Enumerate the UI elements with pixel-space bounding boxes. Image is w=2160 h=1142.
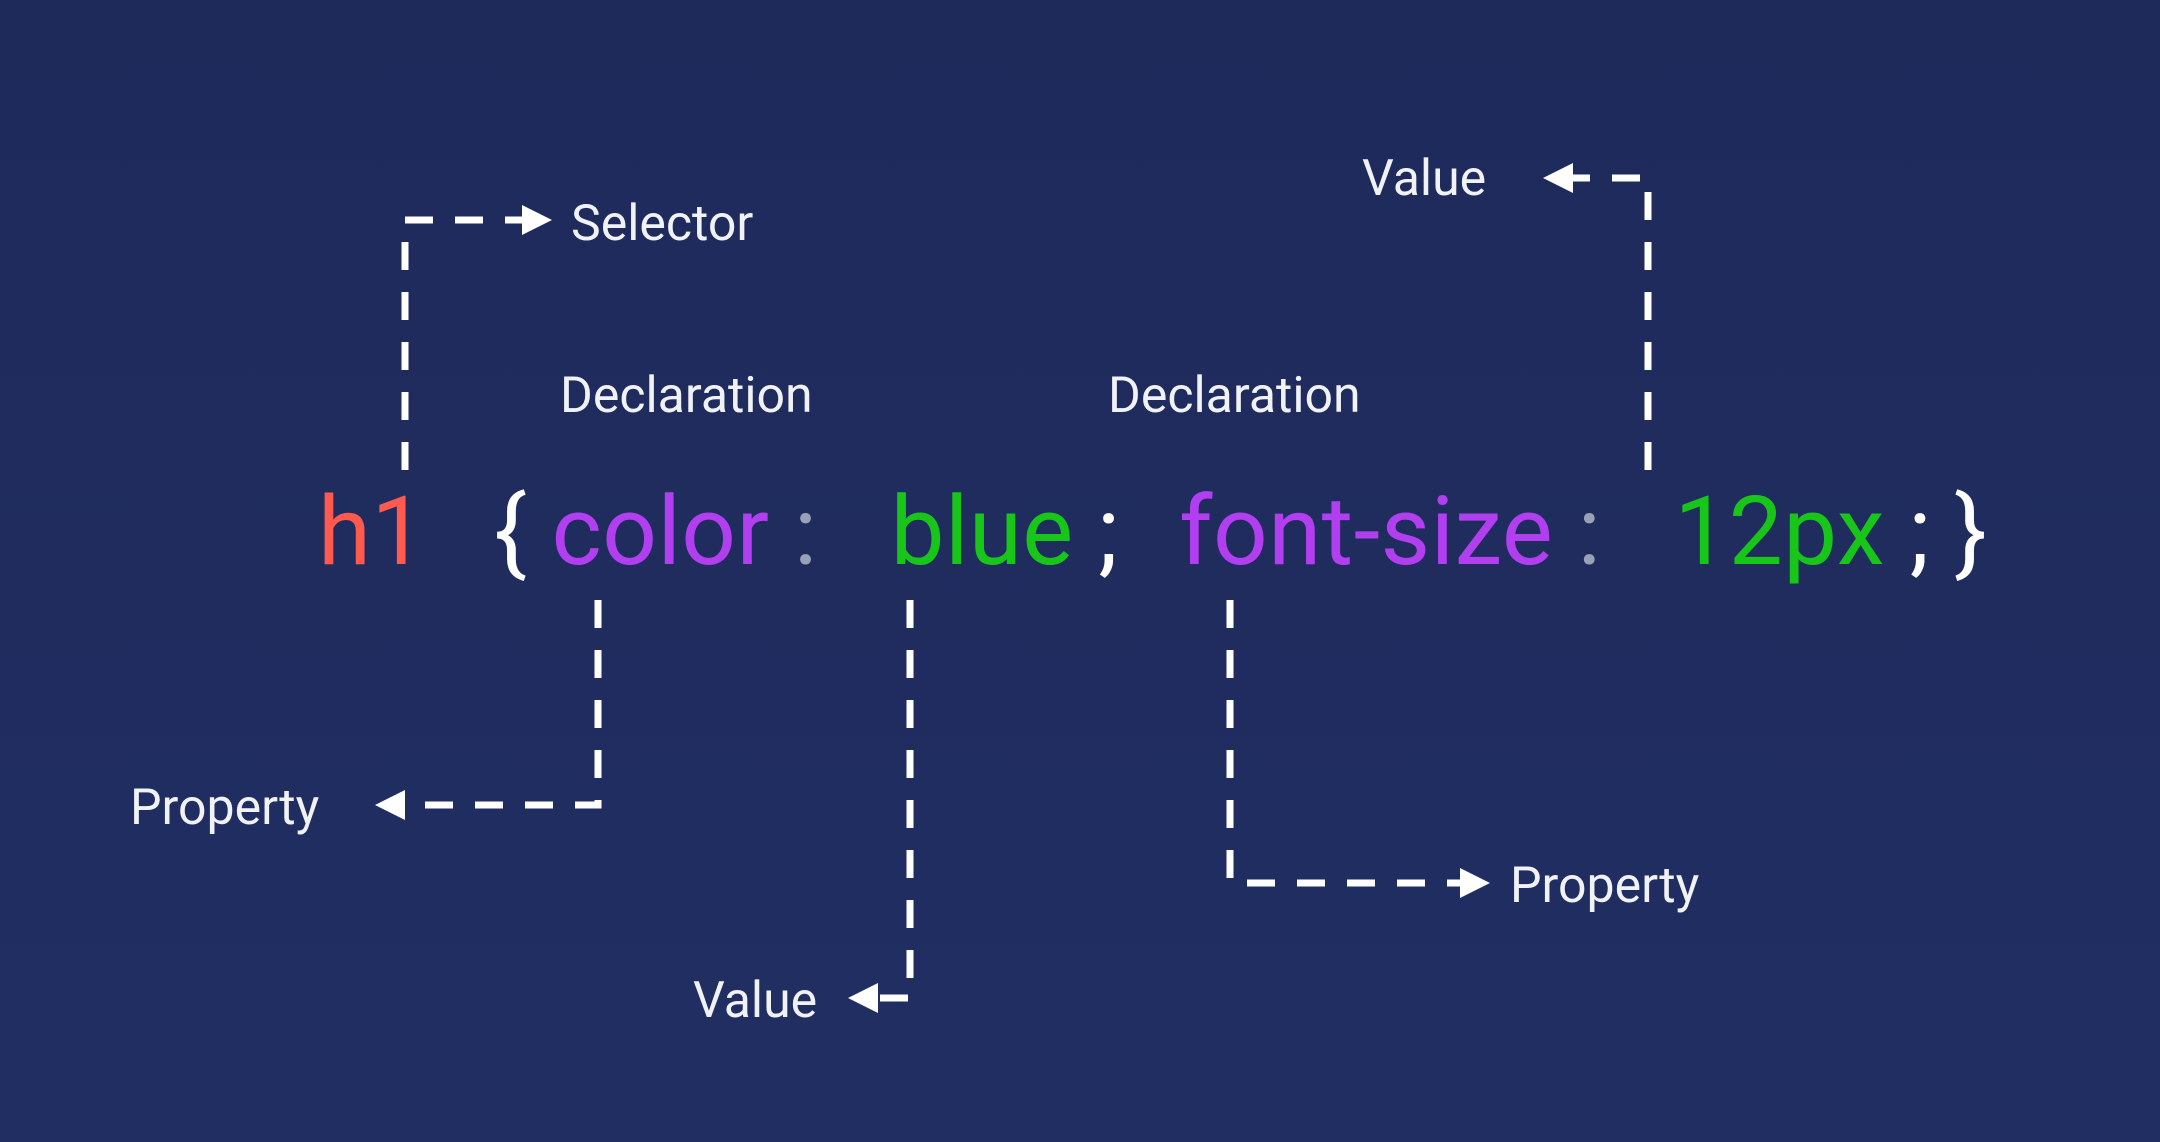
token-value-2: 12px [1674,476,1885,588]
label-value-2: Value [1362,150,1486,208]
token-selector: h1 [318,476,426,588]
label-selector: Selector [571,195,753,253]
css-syntax-diagram: h1 { color : blue ; font-size : 12px ; }… [0,0,2160,1142]
token-semi-1: ; [1098,476,1119,588]
token-value-1: blue [891,476,1074,588]
css-rule-code: h1 { color : blue ; font-size : 12px ; } [318,484,1987,580]
label-property-2: Property [1510,857,1699,915]
token-property-2: font-size [1179,476,1553,588]
token-colon-1: : [794,476,818,588]
token-colon-2: : [1578,476,1602,588]
token-semi-2: ; [1909,476,1930,588]
token-property-1: color [551,476,769,588]
token-brace-open: { [450,476,527,588]
token-brace-close: } [1954,476,1987,588]
label-property-1: Property [130,779,319,837]
label-declaration-1: Declaration [560,367,813,425]
label-declaration-2: Declaration [1108,367,1361,425]
label-value-1: Value [693,972,817,1030]
